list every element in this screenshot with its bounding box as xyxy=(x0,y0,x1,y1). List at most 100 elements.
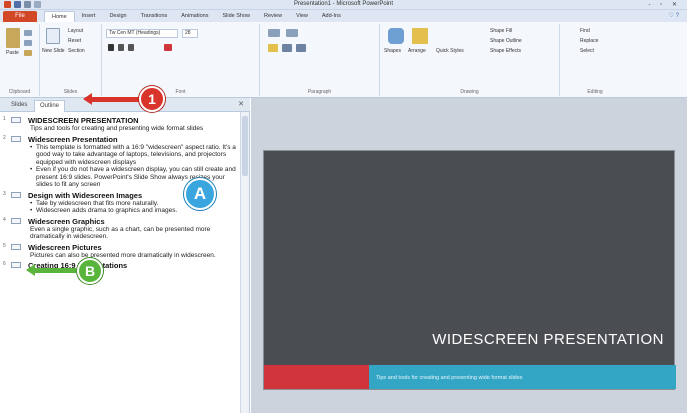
bold-icon[interactable] xyxy=(108,44,114,51)
group-label-editing: Editing xyxy=(587,89,603,95)
numbering-icon[interactable] xyxy=(286,29,298,37)
ribbon-tabs: Home Insert Design Transitions Animation… xyxy=(44,11,348,22)
window-controls[interactable]: - ▫ ✕ xyxy=(649,1,682,8)
outline-title[interactable]: Widescreen Pictures xyxy=(28,243,240,252)
align-left-icon[interactable] xyxy=(268,44,278,52)
tab-outline[interactable]: Outline xyxy=(34,100,66,112)
italic-icon[interactable] xyxy=(118,44,124,51)
new-slide-button[interactable]: New Slide xyxy=(42,48,65,54)
title-bar: Presentation1 - Microsoft PowerPoint - ▫… xyxy=(0,0,687,10)
ribbon-tab-row: File Home Insert Design Transitions Anim… xyxy=(0,10,687,22)
group-label-drawing: Drawing xyxy=(460,89,479,95)
outline-list[interactable]: 1 WIDESCREEN PRESENTATION Tips and tools… xyxy=(0,112,240,413)
tab-slides[interactable]: Slides xyxy=(6,100,32,112)
tab-insert[interactable]: Insert xyxy=(75,11,103,22)
outline-text[interactable]: Pictures can also be presented more dram… xyxy=(28,252,240,260)
tab-slide-show[interactable]: Slide Show xyxy=(215,11,257,22)
slide-number: 6 xyxy=(3,261,6,267)
format-painter-icon[interactable] xyxy=(24,50,32,56)
select-button[interactable]: Select xyxy=(580,48,594,54)
arrange-icon[interactable] xyxy=(412,28,428,44)
ribbon: Paste Clipboard New Slide Layout Reset S… xyxy=(0,22,687,98)
align-right-icon[interactable] xyxy=(296,44,306,52)
slide-icon xyxy=(11,191,21,198)
underline-icon[interactable] xyxy=(128,44,134,51)
bullets-icon[interactable] xyxy=(268,29,280,37)
outline-title[interactable]: WIDESCREEN PRESENTATION xyxy=(28,116,240,125)
shape-fill-button[interactable]: Shape Fill xyxy=(490,28,512,34)
slide-subtitle[interactable]: Tips and tools for creating and presenti… xyxy=(376,375,523,381)
window-title: Presentation1 - Microsoft PowerPoint xyxy=(293,1,394,7)
current-slide[interactable]: WIDESCREEN PRESENTATION Tips and tools f… xyxy=(263,150,676,390)
shapes-icon[interactable] xyxy=(388,28,404,44)
shape-effects-button[interactable]: Shape Effects xyxy=(490,48,521,54)
slide-icon xyxy=(11,217,21,224)
outline-bullet[interactable]: Widescreen adds drama to graphics and im… xyxy=(30,207,240,215)
outline-scrollbar[interactable] xyxy=(240,112,249,413)
group-label-font: Font xyxy=(175,89,186,95)
group-drawing: Shapes Arrange Quick Styles Shape Fill S… xyxy=(380,24,560,96)
reset-button[interactable]: Reset xyxy=(68,38,81,44)
shapes-button[interactable]: Shapes xyxy=(384,48,401,54)
outline-slide-1[interactable]: 1 WIDESCREEN PRESENTATION Tips and tools… xyxy=(0,116,240,133)
callout-arrow-red xyxy=(83,93,139,105)
outline-slide-4[interactable]: 4 Widescreen Graphics Even a single grap… xyxy=(0,217,240,241)
callout-arrow-green xyxy=(26,264,76,276)
slide-number: 5 xyxy=(3,242,6,249)
group-label-clipboard: Clipboard xyxy=(8,89,31,95)
tab-add-ins[interactable]: Add-Ins xyxy=(315,11,348,22)
paste-icon[interactable] xyxy=(6,28,20,48)
outline-title[interactable]: Widescreen Presentation xyxy=(28,135,240,144)
callout-badge-1: 1 xyxy=(139,86,165,112)
slide-title[interactable]: WIDESCREEN PRESENTATION xyxy=(432,331,664,348)
slide-number: 1 xyxy=(3,116,6,122)
slide-icon xyxy=(11,243,21,250)
cut-icon[interactable] xyxy=(24,30,32,36)
outline-title[interactable]: Widescreen Graphics xyxy=(28,217,240,226)
slide-icon xyxy=(11,262,21,268)
group-label-paragraph: Paragraph xyxy=(307,89,332,95)
close-icon[interactable]: ✕ xyxy=(238,100,244,108)
group-paragraph: Paragraph xyxy=(260,24,380,96)
tab-design[interactable]: Design xyxy=(102,11,133,22)
tab-file[interactable]: File xyxy=(3,11,37,22)
outline-text[interactable]: Even a single graphic, such as a chart, … xyxy=(28,226,240,241)
arrange-button[interactable]: Arrange xyxy=(408,48,426,54)
help-icon[interactable]: ♡ ? xyxy=(669,12,679,19)
tab-review[interactable]: Review xyxy=(257,11,289,22)
group-clipboard: Paste Clipboard xyxy=(0,24,40,96)
slide-red-bar xyxy=(264,365,369,389)
slide-editing-area: WIDESCREEN PRESENTATION Tips and tools f… xyxy=(251,98,687,413)
slide-icon xyxy=(11,117,21,123)
section-button[interactable]: Section xyxy=(68,48,85,54)
align-center-icon[interactable] xyxy=(282,44,292,52)
shape-outline-button[interactable]: Shape Outline xyxy=(490,38,522,44)
outline-text[interactable]: Tips and tools for creating and presenti… xyxy=(28,125,240,133)
layout-button[interactable]: Layout xyxy=(68,28,83,34)
tab-transitions[interactable]: Transitions xyxy=(134,11,175,22)
find-button[interactable]: Find xyxy=(580,28,590,34)
slide-number: 3 xyxy=(3,190,6,197)
replace-button[interactable]: Replace xyxy=(580,38,598,44)
group-slides: New Slide Layout Reset Section Slides xyxy=(40,24,102,96)
tab-animations[interactable]: Animations xyxy=(174,11,215,22)
slide-number: 4 xyxy=(3,216,6,223)
scrollbar-thumb[interactable] xyxy=(242,116,248,176)
copy-icon[interactable] xyxy=(24,40,32,46)
paste-button[interactable]: Paste xyxy=(6,50,19,56)
font-name-select[interactable]: Tw Cen MT (Headings) xyxy=(106,29,178,38)
callout-badge-a: A xyxy=(184,178,216,210)
slides-outline-pane: Slides Outline ✕ 1 WIDESCREEN PRESENTATI… xyxy=(0,98,250,413)
quick-styles-button[interactable]: Quick Styles xyxy=(436,48,464,54)
font-color-icon[interactable] xyxy=(164,44,172,51)
outline-bullet[interactable]: This template is formatted with a 16:9 "… xyxy=(30,144,240,167)
outline-slide-5[interactable]: 5 Widescreen Pictures Pictures can also … xyxy=(0,243,240,260)
slide-icon xyxy=(11,135,21,142)
font-size-select[interactable]: 28 xyxy=(182,29,198,38)
group-font: Tw Cen MT (Headings) 28 Font xyxy=(102,24,260,96)
new-slide-icon[interactable] xyxy=(46,28,60,44)
tab-home[interactable]: Home xyxy=(44,11,75,22)
group-editing: Find Replace Select Editing xyxy=(560,24,630,96)
tab-view[interactable]: View xyxy=(289,11,315,22)
slide-number: 2 xyxy=(3,134,6,141)
